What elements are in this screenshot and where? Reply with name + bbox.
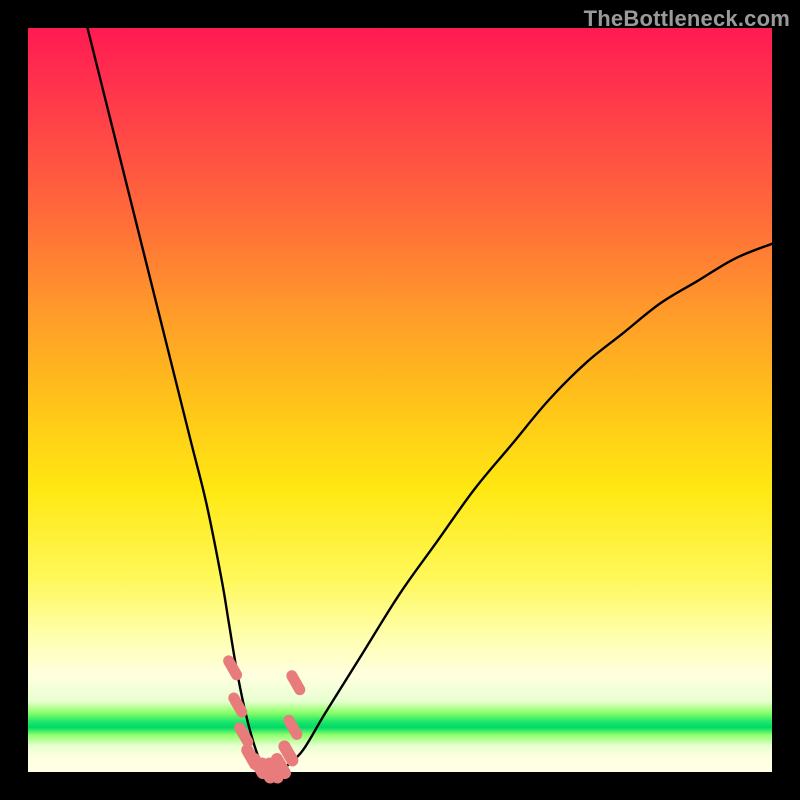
chart-stage: TheBottleneck.com xyxy=(0,0,800,800)
plot-area xyxy=(28,28,772,772)
watermark-text: TheBottleneck.com xyxy=(584,6,790,32)
